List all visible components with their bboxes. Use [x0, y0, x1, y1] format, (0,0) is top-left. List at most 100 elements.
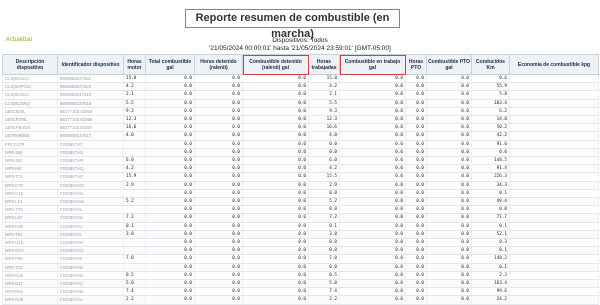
cell-horas-motor [123, 189, 146, 199]
cell-economia [509, 230, 599, 240]
cell-horas-trabajadas: 7.2 [308, 213, 340, 223]
table-row[interactable]: MP0-N40 F2208X7AD 0.5 0.0 0.0 0.0 0.5 0.0 0.0 0.0… [2, 271, 599, 281]
cell-horas-detenido: 0.0 [194, 287, 243, 297]
cell-horas-motor [123, 263, 146, 272]
cell-identificador: F2208X7AG [57, 246, 124, 256]
table-row[interactable]: MP0-N29 F2208X7AA 2.2 0.0 0.0 0.0 2.2 0.0 0.0 0.0… [2, 295, 599, 305]
col-header-combustible-detenido[interactable]: Combustible detenido (ralentí) gal [242, 54, 309, 75]
cell-conducidos-km: 0.6 [471, 74, 510, 84]
cell-economia [509, 213, 599, 223]
table-row[interactable]: MP0-P90 F2208X7AF 7.0 0.0 0.0 0.0 7.0 0.0 0.0 0.0… [2, 254, 599, 264]
table-row[interactable]: MP0-T72 F2208X7AP 15.9 0.0 0.0 0.0 15.5 0.0 0.0 0… [2, 172, 599, 182]
table-body: CLIQ0GLDA 8600858237621 15.0 0.0 0.0 0.0 15.0 0… [2, 74, 599, 305]
col-header-conducidos-km[interactable]: Conducidos Km [471, 54, 510, 75]
cell-horas-pto: 0.0 [405, 197, 427, 207]
cell-descripcion: MP0-R61 [2, 287, 58, 297]
col-header-horas-pto[interactable]: Horas PTO [405, 54, 427, 75]
cell-total-combustible: 0.0 [145, 246, 195, 256]
cell-economia [509, 164, 599, 174]
table-row[interactable]: CLIQ0LNSU 8600858237619 2.1 0.0 0.0 0.0 2.1 0.0… [2, 90, 599, 100]
cell-horas-detenido: 0.0 [194, 205, 243, 215]
cell-identificador: F2208X7AP [57, 172, 124, 182]
cell-combustible-pto: 0.0 [426, 181, 472, 190]
cell-combustible-detenido: 0.0 [242, 131, 309, 141]
col-header-horas-motor[interactable]: Horas motor [123, 54, 146, 75]
cell-identificador: F2208X7AS [57, 148, 124, 158]
table-row[interactable]: MP0-K09 F2208X7AJ 0.1 0.0 0.0 0.0 0.1 0.0 0.0 0.0… [2, 222, 599, 231]
cell-horas-detenido: 0.0 [194, 164, 243, 174]
cell-economia [509, 82, 599, 92]
cell-identificador: 8600858237620 [57, 82, 124, 92]
cell-horas-motor: 16.6 [123, 123, 146, 133]
table-row[interactable]: MP0-R61 F2208X7AB 7.4 0.0 0.0 0.0 7.4 0.0 0.0 0.0… [2, 287, 599, 297]
table-row[interactable]: MP0-K70 F2208X7AO 2.9 0.0 0.0 0.0 2.9 0.0 0.0 0.0… [2, 181, 599, 190]
cell-horas-detenido: 0.0 [194, 295, 243, 305]
cell-economia [509, 140, 599, 149]
cell-horas-detenido: 0.0 [194, 271, 243, 281]
col-header-combustible-pto[interactable]: Combustible PTO gal [426, 54, 472, 75]
cell-horas-motor: 6.0 [123, 156, 146, 166]
cell-combustible-detenido: 0.0 [242, 90, 309, 100]
cell-horas-detenido: 0.0 [194, 254, 243, 264]
cell-conducidos-km: 91.4 [471, 164, 510, 174]
cell-horas-trabajadas: 0.1 [308, 222, 340, 231]
cell-descripcion: CLIQ0HPOIU [2, 82, 58, 92]
table-row[interactable]: MP0-T22 F2208X7AE 0.0 0.0 0.0 0.0 0.0 0.0 0.0 0.1 [2, 263, 599, 272]
cell-horas-pto: 0.0 [405, 148, 427, 158]
table-row[interactable]: MP0-T78 F2208X7AL 0.0 0.0 0.0 0.0 0.0 0.0 0.0 0.0 [2, 205, 599, 215]
table-row[interactable]: LB0CR7IBL 86177103 03268 12.3 0.0 0.0 0.0 12.3… [2, 115, 599, 125]
cell-total-combustible: 0.0 [145, 254, 195, 264]
cell-combustible-trabajo: 0.0 [339, 156, 406, 166]
cell-horas-pto: 0.0 [405, 213, 427, 223]
cell-economia [509, 99, 599, 108]
table-row[interactable]: MP0-U16 F2208X7AH 0.0 0.0 0.0 0.0 0.0 0.0 0.0 0.3 [2, 238, 599, 248]
cell-conducidos-km: 0.3 [471, 238, 510, 248]
cell-horas-trabajadas: 2.2 [308, 295, 340, 305]
col-header-combustible-trabajo[interactable]: Combustible en trabajo gal [339, 54, 406, 75]
cell-identificador: F2208X7AQ [57, 164, 124, 174]
col-header-identificador[interactable]: Identificador dispositivo [57, 54, 124, 75]
cell-identificador: 8600858237619 [57, 90, 124, 100]
table-row[interactable]: MP0-L14 F2208X7AM 5.2 0.0 0.0 0.0 5.2 0.0 0.0 0.0… [2, 197, 599, 207]
cell-combustible-detenido: 0.0 [242, 148, 309, 158]
table-row[interactable]: MP0-T91 F2208X7AI 3.8 0.0 0.0 0.0 3.8 0.0 0.0 0.0… [2, 230, 599, 240]
cell-combustible-pto: 0.0 [426, 164, 472, 174]
cell-combustible-trabajo: 0.0 [339, 271, 406, 281]
table-row[interactable]: MP0-180 F2208X7AS 0.0 0.0 0.0 0.0 0.0 0.0 0.0 0.0 [2, 148, 599, 158]
table-row[interactable]: FPCCLTR F2208X7AT 0.0 0.0 0.0 0.0 0.0 0.0 0.0 91.… [2, 140, 599, 149]
table-row[interactable]: CLIQ0GLDA 8600858237621 15.0 0.0 0.0 0.0 15.0 0… [2, 74, 599, 84]
col-header-horas-detenido[interactable]: Horas detenido (ralentí) [194, 54, 243, 75]
cell-descripcion: MP0-181 [2, 156, 58, 166]
cell-horas-pto: 0.0 [405, 205, 427, 215]
cell-combustible-trabajo: 0.0 [339, 131, 406, 141]
col-header-total-combustible[interactable]: Total combustible gal [145, 54, 195, 75]
cell-combustible-pto: 0.0 [426, 123, 472, 133]
cell-total-combustible: 0.0 [145, 107, 195, 117]
table-row[interactable]: MP0-181 F2208X7AR 6.0 0.0 0.0 0.0 6.0 0.0 0.0 0.0… [2, 156, 599, 166]
cell-horas-detenido: 0.0 [194, 213, 243, 223]
table-row[interactable]: MP0-C15 F2208X7AN 0.0 0.0 0.0 0.0 0.0 0.0 0.0 0.1 [2, 189, 599, 199]
table-row[interactable]: MP0-L67 F2208X7AK 7.2 0.0 0.0 0.0 7.2 0.0 0.0 0.0… [2, 213, 599, 223]
col-header-descripcion[interactable]: Descripción dispositivo [2, 54, 58, 75]
cell-economia [509, 123, 599, 133]
cell-horas-motor: 15.9 [123, 172, 146, 182]
cell-conducidos-km: 2.3 [471, 271, 510, 281]
table-row[interactable]: MP0-M0 F2208X7AQ 4.2 0.0 0.0 0.0 4.2 0.0 0.0 0.0 9… [2, 164, 599, 174]
table-row[interactable]: LB0CPB4GN 86177103 03267 16.6 0.0 0.0 0.0 16.6… [2, 123, 599, 133]
cell-combustible-pto: 0.0 [426, 287, 472, 297]
table-row[interactable]: CLIQ0LZWQ 8600858237618 5.5 0.0 0.0 0.0 5.5 0.0… [2, 99, 599, 108]
cell-combustible-trabajo: 0.0 [339, 181, 406, 190]
col-header-economia[interactable]: Economía de combustible kpg [509, 54, 599, 75]
table-row[interactable]: LB0FM9BBE 8600858237617 4.0 0.0 0.0 0.0 4.0 0.0… [2, 131, 599, 141]
cell-combustible-trabajo: 0.0 [339, 99, 406, 108]
table-row[interactable]: LB0C6Z9L 86177103 03269 9.3 0.0 0.0 0.0 9.3 0.0… [2, 107, 599, 117]
cell-total-combustible: 0.0 [145, 82, 195, 92]
table-row[interactable]: MP0-M72 F2208X7AG 0.0 0.0 0.0 0.0 0.0 0.0 0.0 0.1 [2, 246, 599, 256]
table-row[interactable]: CLIQ0HPOIU 8600858237620 4.2 0.0 0.0 0.0 4.2 0.… [2, 82, 599, 92]
col-header-horas-trabajadas[interactable]: Horas trabajadas [308, 54, 340, 75]
cell-combustible-pto: 0.0 [426, 238, 472, 248]
cell-combustible-detenido: 0.0 [242, 271, 309, 281]
cell-horas-trabajadas: 5.5 [308, 99, 340, 108]
cell-descripcion: LB0CR7IBL [2, 115, 58, 125]
cell-economia [509, 222, 599, 231]
